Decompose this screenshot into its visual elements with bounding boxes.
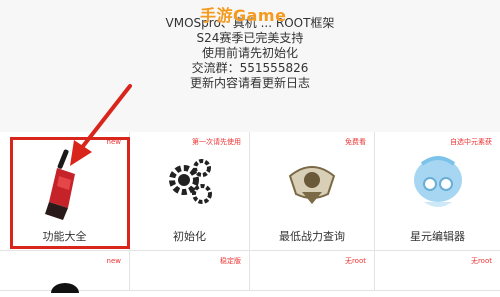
- red-arrow-icon: [70, 84, 132, 166]
